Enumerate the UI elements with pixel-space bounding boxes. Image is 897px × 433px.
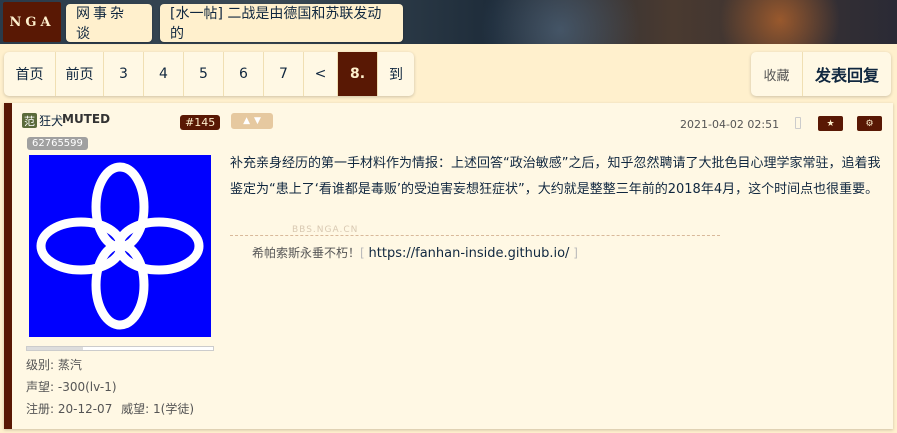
user-registered: 注册: 20-12-07 威望: 1(学徒) <box>26 400 194 417</box>
page-goto-button[interactable]: 到 <box>378 52 414 96</box>
muted-tag: MUTED <box>62 112 111 126</box>
favorite-button[interactable]: 收藏 <box>751 52 803 96</box>
post-author-panel: 范 狂犬 MUTED #145 62765599 级别: 蒸汽 声望: -300… <box>12 103 222 429</box>
floor-number[interactable]: #145 <box>180 115 221 130</box>
avatar[interactable] <box>29 155 211 337</box>
author-name[interactable]: 狂犬 <box>39 112 63 129</box>
signature-link[interactable]: https://fanhan-inside.github.io/ <box>369 246 570 261</box>
watermark: BBS.NGA.CN <box>292 225 359 235</box>
page-button-3[interactable]: 3 <box>104 52 144 96</box>
vote-buttons[interactable]: ▲ ▼ <box>231 113 273 129</box>
page-first-button[interactable]: 首页 <box>4 52 56 96</box>
page-prev-button[interactable]: 前页 <box>56 52 104 96</box>
reply-button[interactable]: 发表回复 <box>803 52 891 96</box>
star-icon[interactable]: ★ <box>818 116 843 131</box>
user-reputation: 声望: -300(lv-1) <box>26 380 117 394</box>
page-button-7[interactable]: 7 <box>264 52 304 96</box>
gear-icon[interactable]: ⚙ <box>857 116 882 131</box>
user-progress-bar <box>26 346 214 351</box>
thread-actions: 收藏 发表回复 <box>751 52 891 96</box>
post-time: 2021-04-02 02:51 <box>680 118 780 131</box>
user-badge: 范 <box>22 113 37 128</box>
post-content: 补充亲身经历的第一手材料作为情报：上述回答“政治敏感”之后，知乎忽然聘请了大批色… <box>230 156 881 197</box>
page-button-4[interactable]: 4 <box>144 52 184 96</box>
page-back-button[interactable]: < <box>304 52 338 96</box>
page-current: 8. <box>338 52 378 96</box>
page-button-6[interactable]: 6 <box>224 52 264 96</box>
breadcrumb-thread[interactable]: [水一帖] 二战是由德国和苏联发动的 <box>160 4 403 42</box>
breadcrumb-forum[interactable]: 网事杂谈 <box>66 4 152 42</box>
thumbs-up-icon[interactable]: ▲ <box>243 116 250 126</box>
user-level: 级别: 蒸汽 <box>26 358 82 372</box>
page-button-5[interactable]: 5 <box>184 52 224 96</box>
thumbs-down-icon[interactable]: ▼ <box>254 116 261 126</box>
signature-text: 希帕索斯永垂不朽！ <box>252 246 361 260</box>
user-id-badge[interactable]: 62765599 <box>27 137 88 150</box>
flower-icon <box>36 162 204 330</box>
signature: 希帕索斯永垂不朽！[ https://fanhan-inside.github.… <box>252 246 578 261</box>
registered-date: 注册: 20-12-07 <box>26 402 113 416</box>
author-line: 范 狂犬 <box>22 112 63 129</box>
pagination: 首页 前页 3 4 5 6 7 < 8. 到 <box>4 52 414 96</box>
nga-logo[interactable]: NGA <box>3 2 61 42</box>
mobile-device-icon <box>795 117 801 129</box>
signature-divider <box>230 235 720 236</box>
user-prestige: 威望: 1(学徒) <box>121 402 195 416</box>
